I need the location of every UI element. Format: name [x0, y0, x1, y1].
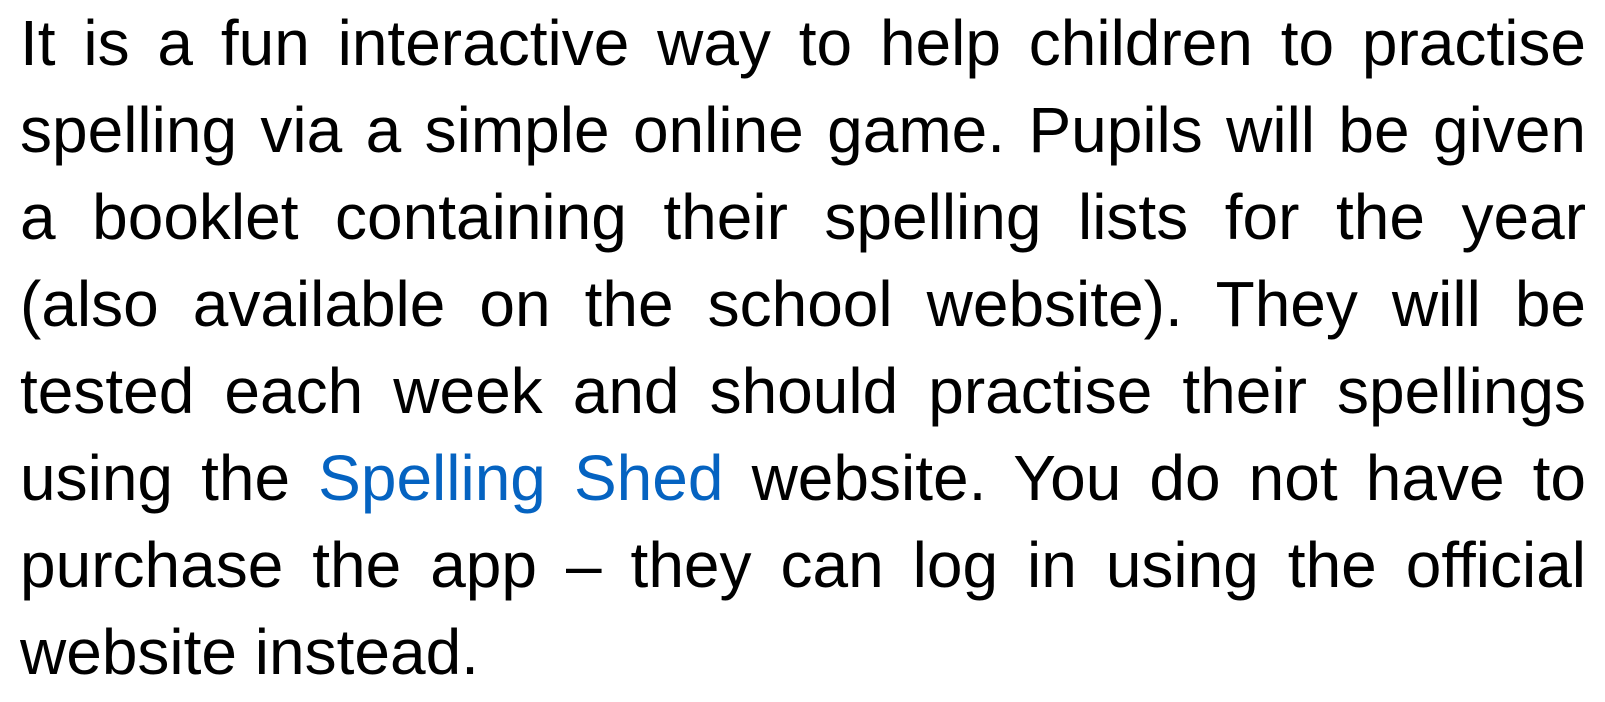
spelling-shed-link[interactable]: Spelling Shed [318, 442, 723, 514]
body-paragraph: It is a fun interactive way to help chil… [20, 0, 1586, 696]
document-page: It is a fun interactive way to help chil… [20, 0, 1586, 702]
paragraph-text-before-link: It is a fun interactive way to help chil… [20, 7, 1586, 514]
